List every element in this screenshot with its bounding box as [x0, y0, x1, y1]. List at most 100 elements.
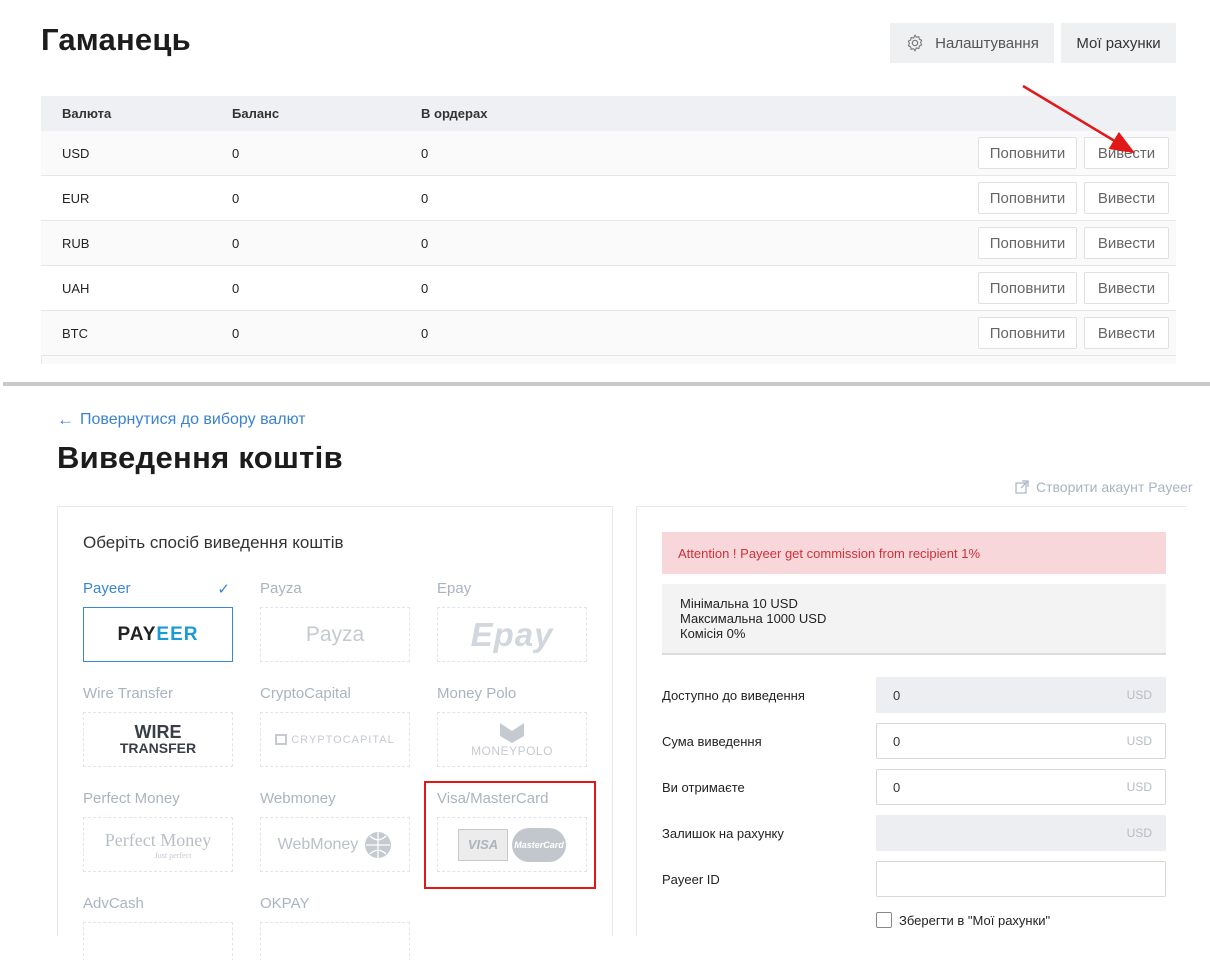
withdraw-button[interactable]: Вивести	[1084, 137, 1169, 169]
cryptocapital-icon	[275, 734, 288, 745]
payza-logo[interactable]: Payza	[260, 607, 410, 662]
logo-text: CRYPTOCAPITAL	[291, 733, 395, 746]
withdrawal-form-panel: Attention ! Payeer get commission from r…	[636, 506, 1187, 936]
advcash-logo[interactable]	[83, 922, 233, 960]
arrow-left-icon: ←	[57, 410, 74, 429]
method-epay[interactable]: Epay Epay	[437, 580, 587, 662]
checkmark-icon: ✓	[217, 581, 230, 598]
wallet-title: Гаманець	[41, 22, 191, 57]
back-link-label: Повернутися до вибору валют	[80, 411, 306, 428]
orders-cell: 0	[421, 325, 429, 341]
withdrawal-methods-panel: Оберіть спосіб виведення коштів Payeer ✓…	[57, 506, 613, 960]
logo-text: Perfect Money	[104, 829, 212, 850]
withdraw-button[interactable]: Вивести	[1084, 227, 1169, 259]
save-to-accounts-checkbox[interactable]: Зберегти в "Мої рахунки"	[876, 912, 1050, 928]
field-receive: Ви отримаєте USD	[662, 769, 1166, 805]
table-row: RUB 0 0 Поповнити Вивести	[41, 221, 1176, 266]
payeer-id-input[interactable]	[876, 861, 1166, 897]
method-okpay[interactable]: OKPAY	[260, 895, 410, 960]
currency-unit: USD	[1126, 826, 1152, 840]
method-label: OKPAY	[260, 895, 310, 912]
method-payza[interactable]: Payza Payza	[260, 580, 410, 662]
create-account-label: Створити акаунт Payeer	[1036, 479, 1193, 495]
receive-amount-input[interactable]	[876, 769, 1166, 805]
checkbox-box[interactable]	[876, 912, 892, 928]
method-cryptocapital[interactable]: CryptoCapital CRYPTOCAPITAL	[260, 685, 410, 767]
currency-cell: UAH	[62, 280, 90, 296]
deposit-button[interactable]: Поповнити	[978, 227, 1077, 259]
logo-text: MONEYPOLO	[471, 743, 553, 758]
methods-heading: Оберіть спосіб виведення коштів	[83, 533, 344, 552]
external-link-icon	[1015, 480, 1029, 494]
create-payeer-account-link[interactable]: Створити акаунт Payeer	[1015, 479, 1193, 495]
balance-cell: 0	[232, 190, 240, 206]
balance-cell: 0	[232, 145, 240, 161]
currency-cell: RUB	[62, 235, 90, 251]
field-label: Сума виведення	[662, 734, 762, 749]
save-checkbox-label: Зберегти в "Мої рахунки"	[899, 912, 1051, 928]
field-label: Доступно до виведення	[662, 688, 805, 703]
deposit-button[interactable]: Поповнити	[978, 137, 1077, 169]
column-header-currency: Валюта	[62, 106, 112, 121]
orders-cell: 0	[421, 280, 429, 296]
method-label: Webmoney	[260, 790, 336, 807]
orders-cell: 0	[421, 145, 429, 161]
method-wire-transfer[interactable]: Wire Transfer WIRE TRANSFER	[83, 685, 233, 767]
moneypolo-icon	[500, 722, 524, 743]
wire-transfer-logo[interactable]: WIRE TRANSFER	[83, 712, 233, 767]
logo-text: PAY	[117, 623, 157, 645]
logo-text: WIRE	[134, 722, 182, 742]
currency-unit: USD	[1126, 780, 1152, 794]
orders-cell: 0	[421, 190, 429, 206]
logo-text: EER	[156, 623, 199, 645]
remaining-balance-input	[876, 815, 1166, 851]
field-available: Доступно до виведення USD	[662, 677, 1166, 713]
logo-text: Epay	[470, 615, 554, 653]
table-header: Валюта Баланс В ордерах	[41, 96, 1176, 131]
table-row-partial	[41, 356, 1176, 364]
field-remaining: Залишок на рахунку USD	[662, 815, 1166, 851]
field-label: Залишок на рахунку	[662, 826, 784, 841]
currency-cell: EUR	[62, 190, 90, 206]
okpay-logo[interactable]	[260, 922, 410, 960]
withdraw-button[interactable]: Вивести	[1084, 317, 1169, 349]
column-header-balance: Баланс	[232, 106, 280, 121]
balance-cell: 0	[232, 235, 240, 251]
method-advcash[interactable]: AdvCash	[83, 895, 233, 960]
cryptocapital-logo[interactable]: CRYPTOCAPITAL	[260, 712, 410, 767]
balance-cell: 0	[232, 325, 240, 341]
orders-cell: 0	[421, 235, 429, 251]
webmoney-logo[interactable]: WebMoney	[260, 817, 410, 872]
perfect-money-logo[interactable]: Perfect Money Just perfect	[83, 817, 233, 872]
settings-button[interactable]: Налаштування	[890, 23, 1054, 63]
logo-text: WebMoney	[277, 835, 359, 853]
payeer-logo[interactable]: PAY EER	[83, 607, 233, 662]
method-money-polo[interactable]: Money Polo MONEYPOLO	[437, 685, 587, 767]
epay-logo[interactable]: Epay	[437, 607, 587, 662]
deposit-button[interactable]: Поповнити	[978, 317, 1077, 349]
settings-label: Налаштування	[935, 34, 1039, 52]
withdraw-button[interactable]: Вивести	[1084, 272, 1169, 304]
method-payeer[interactable]: Payeer ✓ PAY EER	[83, 580, 233, 662]
annotation-highlight-box	[424, 781, 596, 889]
method-label: Epay	[437, 580, 472, 597]
currency-unit: USD	[1126, 734, 1152, 748]
my-accounts-button[interactable]: Мої рахунки	[1061, 23, 1176, 63]
limit-max: Максимальна 1000 USD	[680, 611, 827, 626]
field-label: Payeer ID	[662, 872, 720, 887]
balance-cell: 0	[232, 280, 240, 296]
withdraw-button[interactable]: Вивести	[1084, 182, 1169, 214]
logo-text: TRANSFER	[119, 740, 197, 756]
method-label: Payeer	[83, 580, 131, 597]
field-amount: Сума виведення USD	[662, 723, 1166, 759]
method-webmoney[interactable]: Webmoney WebMoney	[260, 790, 410, 872]
method-label: AdvCash	[83, 895, 144, 912]
moneypolo-logo[interactable]: MONEYPOLO	[437, 712, 587, 767]
field-payeer-id: Payeer ID	[662, 861, 1166, 897]
deposit-button[interactable]: Поповнити	[978, 182, 1077, 214]
back-to-currencies-link[interactable]: ← Повернутися до вибору валют	[57, 410, 306, 430]
withdraw-amount-input[interactable]	[876, 723, 1166, 759]
method-perfect-money[interactable]: Perfect Money Perfect Money Just perfect	[83, 790, 233, 872]
wallet-table: Валюта Баланс В ордерах USD 0 0 Поповнит…	[41, 96, 1176, 364]
deposit-button[interactable]: Поповнити	[978, 272, 1077, 304]
